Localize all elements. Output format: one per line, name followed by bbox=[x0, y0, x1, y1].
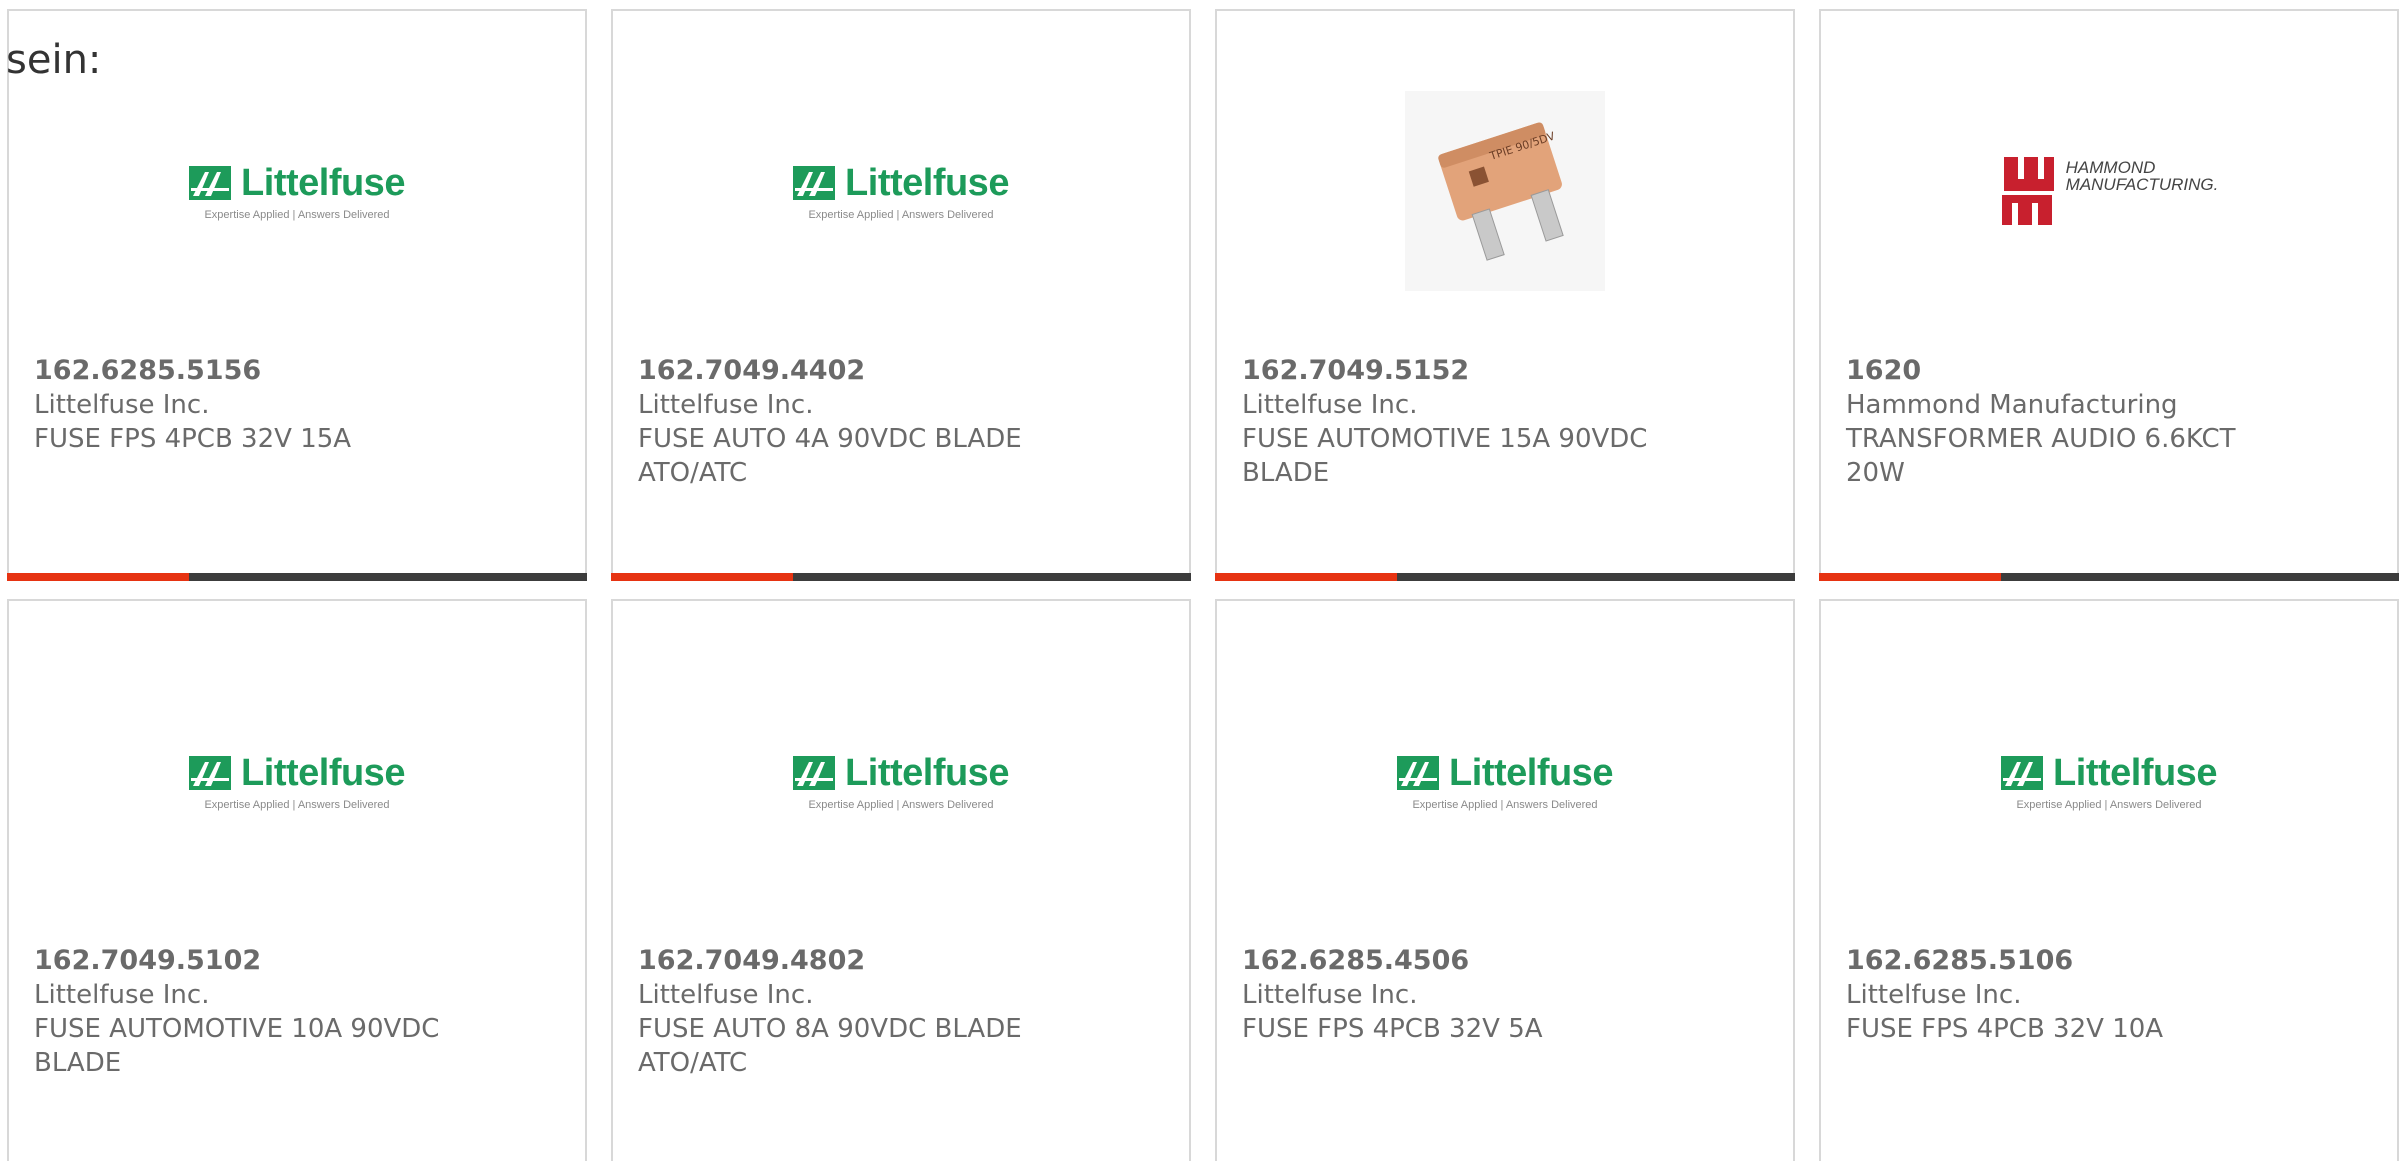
product-image: HAMMOND MANUFACTURING. bbox=[1821, 81, 2397, 301]
manufacturer-name: Littelfuse Inc. bbox=[1846, 980, 2022, 1010]
littelfuse-tagline: Expertise Applied | Answers Delivered bbox=[808, 208, 994, 221]
littelfuse-mark-icon bbox=[2001, 756, 2044, 790]
product-description: FUSE AUTO 4A 90VDC BLADE ATO/ATC bbox=[638, 424, 1022, 488]
manufacturer-name: Littelfuse Inc. bbox=[34, 980, 210, 1010]
product-grid: Littelfuse Expertise Applied | Answers D… bbox=[7, 9, 2399, 1161]
hammond-logo: HAMMOND MANUFACTURING. bbox=[2000, 155, 2219, 227]
manufacturer-name: Littelfuse Inc. bbox=[638, 980, 814, 1010]
page: sein: Littelfuse Expertise Applied | Ans… bbox=[0, 0, 2400, 1161]
littelfuse-logo: Littelfuse Expertise Applied | Answers D… bbox=[793, 752, 1009, 811]
littelfuse-logo: Littelfuse Expertise Applied | Answers D… bbox=[1397, 752, 1613, 811]
product-image: TPIE 90/5DV bbox=[1217, 81, 1793, 301]
product-image: Littelfuse Expertise Applied | Answers D… bbox=[613, 81, 1189, 301]
littelfuse-wordmark: Littelfuse bbox=[1449, 751, 1613, 794]
product-description: FUSE AUTO 8A 90VDC BLADE ATO/ATC bbox=[638, 1014, 1022, 1078]
product-card[interactable]: Littelfuse Expertise Applied | Answers D… bbox=[7, 9, 587, 581]
littelfuse-wordmark: Littelfuse bbox=[241, 161, 405, 204]
product-description: TRANSFORMER AUDIO 6.6KCT 20W bbox=[1846, 424, 2236, 488]
product-description: FUSE AUTOMOTIVE 10A 90VDC BLADE bbox=[34, 1014, 440, 1078]
product-description: FUSE FPS 4PCB 32V 15A bbox=[34, 424, 352, 454]
product-image: Littelfuse Expertise Applied | Answers D… bbox=[1217, 671, 1793, 891]
littelfuse-mark-icon bbox=[793, 756, 836, 790]
manufacturer-name: Littelfuse Inc. bbox=[1242, 390, 1418, 420]
part-number[interactable]: 162.6285.5106 bbox=[1846, 944, 2266, 978]
product-card[interactable]: TPIE 90/5DV 162.7049.5152 Littelfuse Inc… bbox=[1215, 9, 1795, 581]
hammond-line2: MANUFACTURING. bbox=[2065, 175, 2219, 194]
product-description: FUSE FPS 4PCB 32V 5A bbox=[1242, 1014, 1543, 1044]
manufacturer-name: Littelfuse Inc. bbox=[638, 390, 814, 420]
littelfuse-logo: Littelfuse Expertise Applied | Answers D… bbox=[793, 162, 1009, 221]
product-card[interactable]: Littelfuse Expertise Applied | Answers D… bbox=[611, 599, 1191, 1161]
littelfuse-tagline: Expertise Applied | Answers Delivered bbox=[808, 798, 994, 811]
littelfuse-logo: Littelfuse Expertise Applied | Answers D… bbox=[189, 752, 405, 811]
part-number[interactable]: 162.7049.4402 bbox=[638, 354, 1058, 388]
manufacturer-name: Littelfuse Inc. bbox=[34, 390, 210, 420]
product-description: FUSE AUTOMOTIVE 15A 90VDC BLADE bbox=[1242, 424, 1648, 488]
littelfuse-tagline: Expertise Applied | Answers Delivered bbox=[204, 798, 390, 811]
product-card[interactable]: Littelfuse Expertise Applied | Answers D… bbox=[1215, 599, 1795, 1161]
product-image: Littelfuse Expertise Applied | Answers D… bbox=[9, 81, 585, 301]
product-card[interactable]: Littelfuse Expertise Applied | Answers D… bbox=[7, 599, 587, 1161]
manufacturer-name: Littelfuse Inc. bbox=[1242, 980, 1418, 1010]
littelfuse-mark-icon bbox=[189, 166, 232, 200]
littelfuse-tagline: Expertise Applied | Answers Delivered bbox=[2016, 798, 2202, 811]
part-number[interactable]: 1620 bbox=[1846, 354, 2266, 388]
littelfuse-mark-icon bbox=[793, 166, 836, 200]
littelfuse-logo: Littelfuse Expertise Applied | Answers D… bbox=[2001, 752, 2217, 811]
littelfuse-wordmark: Littelfuse bbox=[241, 751, 405, 794]
littelfuse-tagline: Expertise Applied | Answers Delivered bbox=[204, 208, 390, 221]
card-bottom-bar bbox=[1819, 573, 2399, 581]
littelfuse-wordmark: Littelfuse bbox=[845, 751, 1009, 794]
card-bottom-bar bbox=[7, 573, 587, 581]
part-number[interactable]: 162.6285.5156 bbox=[34, 354, 454, 388]
part-number[interactable]: 162.7049.4802 bbox=[638, 944, 1058, 978]
part-number[interactable]: 162.6285.4506 bbox=[1242, 944, 1662, 978]
product-image: Littelfuse Expertise Applied | Answers D… bbox=[9, 671, 585, 891]
product-card[interactable]: Littelfuse Expertise Applied | Answers D… bbox=[1819, 599, 2399, 1161]
littelfuse-mark-icon bbox=[189, 756, 232, 790]
product-image: Littelfuse Expertise Applied | Answers D… bbox=[613, 671, 1189, 891]
product-card[interactable]: Littelfuse Expertise Applied | Answers D… bbox=[611, 9, 1191, 581]
part-number[interactable]: 162.7049.5102 bbox=[34, 944, 454, 978]
blade-fuse-photo-icon: TPIE 90/5DV bbox=[1405, 91, 1605, 291]
manufacturer-name: Hammond Manufacturing bbox=[1846, 390, 2178, 420]
part-number[interactable]: 162.7049.5152 bbox=[1242, 354, 1662, 388]
littelfuse-logo: Littelfuse Expertise Applied | Answers D… bbox=[189, 162, 405, 221]
card-bottom-bar bbox=[1215, 573, 1795, 581]
product-image: Littelfuse Expertise Applied | Answers D… bbox=[1821, 671, 2397, 891]
littelfuse-tagline: Expertise Applied | Answers Delivered bbox=[1412, 798, 1598, 811]
hammond-mark-icon bbox=[2001, 157, 2054, 225]
product-card[interactable]: HAMMOND MANUFACTURING. 1620 Hammond Manu… bbox=[1819, 9, 2399, 581]
hammond-line1: HAMMOND bbox=[2065, 158, 2156, 177]
intro-text: sein: bbox=[6, 37, 102, 83]
littelfuse-mark-icon bbox=[1397, 756, 1440, 790]
littelfuse-wordmark: Littelfuse bbox=[845, 161, 1009, 204]
littelfuse-wordmark: Littelfuse bbox=[2053, 751, 2217, 794]
product-description: FUSE FPS 4PCB 32V 10A bbox=[1846, 1014, 2164, 1044]
card-bottom-bar bbox=[611, 573, 1191, 581]
